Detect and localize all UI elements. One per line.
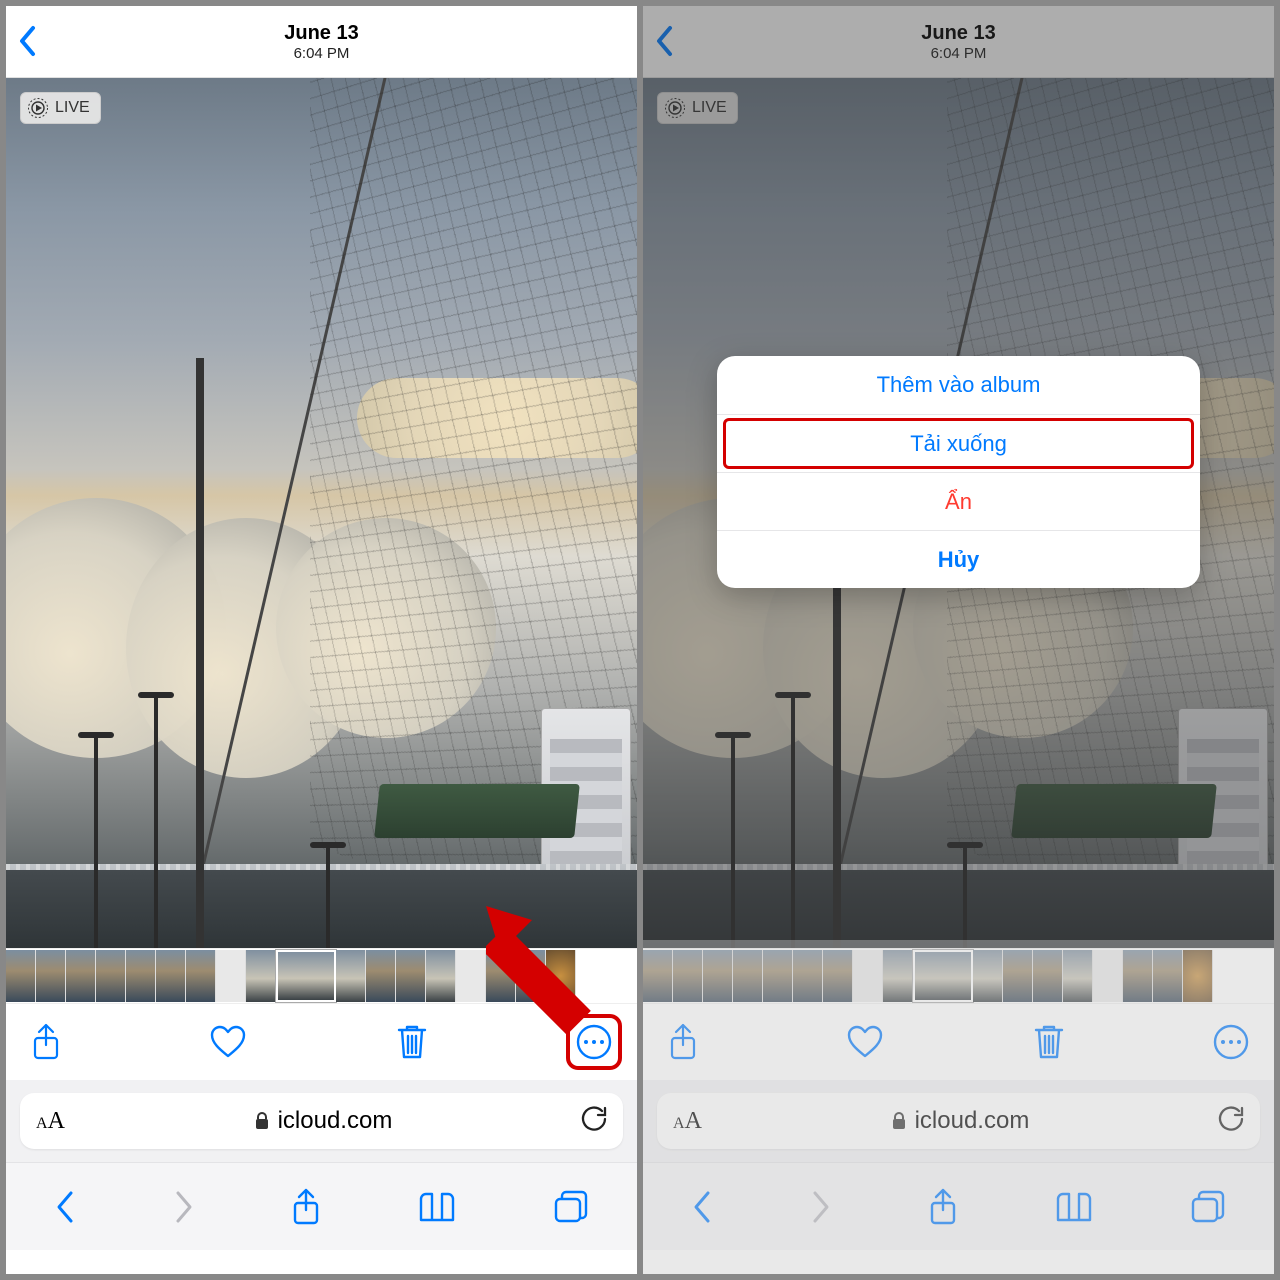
url-bar-row: AA icloud.com	[6, 1080, 637, 1162]
screenshot-right: June 13 6:04 PM LIVE	[640, 0, 1280, 1280]
list-item[interactable]	[486, 950, 516, 1002]
hide-button[interactable]: Ẩn	[717, 472, 1200, 530]
live-label: LIVE	[55, 99, 90, 117]
back-button[interactable]	[18, 24, 38, 63]
list-item[interactable]	[126, 950, 156, 1002]
list-item[interactable]	[36, 950, 66, 1002]
list-item[interactable]	[546, 950, 576, 1002]
list-item[interactable]	[396, 950, 426, 1002]
bookmarks-button[interactable]	[417, 1190, 457, 1224]
list-item[interactable]	[426, 950, 456, 1002]
list-item[interactable]	[6, 950, 36, 1002]
cancel-button[interactable]: Hủy	[717, 530, 1200, 588]
tabs-button[interactable]	[552, 1189, 590, 1225]
list-item[interactable]	[336, 950, 366, 1002]
list-item[interactable]	[516, 950, 546, 1002]
share-button[interactable]	[30, 1022, 62, 1062]
safari-share-button[interactable]	[290, 1187, 322, 1227]
photo-toolbar	[6, 1004, 637, 1080]
list-item[interactable]	[366, 950, 396, 1002]
delete-button[interactable]	[395, 1022, 429, 1062]
url-domain: icloud.com	[278, 1107, 393, 1135]
list-item[interactable]	[216, 950, 246, 1002]
list-item[interactable]	[246, 950, 276, 1002]
text-size-button[interactable]: AA	[36, 1108, 65, 1135]
nav-back-button[interactable]	[53, 1187, 77, 1227]
download-button[interactable]: Tải xuống	[717, 414, 1200, 472]
add-to-album-button[interactable]: Thêm vào album	[717, 356, 1200, 414]
list-item[interactable]	[66, 950, 96, 1002]
modal-backdrop-bottom	[643, 940, 1274, 1274]
thumbnail-strip[interactable]	[6, 948, 637, 1004]
url-bar[interactable]: AA icloud.com	[20, 1093, 623, 1149]
photo-date: June 13	[6, 22, 637, 45]
list-item[interactable]	[456, 950, 486, 1002]
photo-viewer[interactable]: LIVE	[6, 78, 637, 948]
nav-forward-button[interactable]	[172, 1187, 196, 1227]
live-badge: LIVE	[20, 92, 101, 124]
list-item[interactable]	[276, 950, 336, 1002]
screenshot-left: June 13 6:04 PM LIVE	[0, 0, 640, 1280]
photo-time: 6:04 PM	[6, 45, 637, 62]
list-item[interactable]	[156, 950, 186, 1002]
list-item[interactable]	[186, 950, 216, 1002]
favorite-button[interactable]	[208, 1024, 248, 1060]
list-item[interactable]	[96, 950, 126, 1002]
safari-toolbar	[6, 1162, 637, 1250]
lock-icon	[254, 1111, 270, 1131]
action-sheet: Thêm vào album Tải xuống Ẩn Hủy	[717, 356, 1200, 588]
live-icon	[27, 97, 49, 119]
photo-header: June 13 6:04 PM	[6, 6, 637, 78]
reload-button[interactable]	[581, 1105, 607, 1138]
more-button[interactable]	[575, 1023, 613, 1061]
